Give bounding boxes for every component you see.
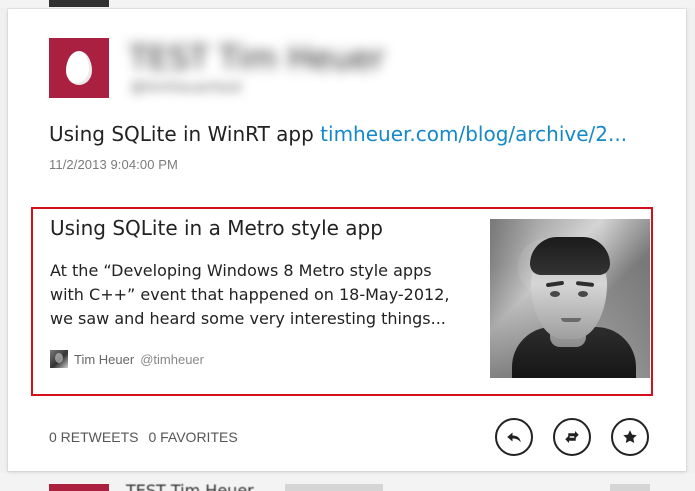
photo-right-eye — [578, 291, 588, 297]
tweet-timestamp: 11/2/2013 9:04:00 PM — [49, 157, 178, 172]
tweet-link[interactable]: timheuer.com/blog/archive/2... — [320, 122, 627, 146]
preview-author-name: Tim Heuer — [74, 351, 135, 367]
preview-author-handle: @timheuer — [140, 351, 204, 367]
preview-author-avatar — [50, 350, 68, 368]
preview-title[interactable]: Using SQLite in a Metro style app — [50, 216, 383, 240]
next-tweet-author-fragment: TEST Tim Heuer — [126, 481, 254, 491]
link-preview-card[interactable]: Using SQLite in a Metro style app At the… — [31, 207, 653, 396]
reply-icon — [507, 432, 521, 443]
tweet-text: Using SQLite in WinRT app timheuer.com/b… — [49, 122, 649, 146]
reply-button[interactable] — [495, 418, 533, 456]
photo-left-eye — [550, 291, 560, 297]
preview-photo — [490, 219, 650, 378]
preview-description: At the “Developing Windows 8 Metro style… — [50, 261, 450, 328]
tweet-detail-card: TEST Tim Heuer @timheuertest Using SQLit… — [8, 9, 686, 471]
photo-mouth — [561, 318, 581, 322]
author-name-blurred[interactable]: TEST Tim Heuer — [129, 39, 384, 77]
retweet-button[interactable] — [553, 418, 591, 456]
next-tweet-avatar — [49, 484, 109, 491]
next-tweet-handle-fragment — [285, 484, 383, 491]
star-icon — [623, 430, 637, 443]
favorite-button[interactable] — [611, 418, 649, 456]
author-handle-blurred[interactable]: @timheuertest — [130, 78, 242, 96]
timeline-stage: TEST Tim Heuer TEST Tim Heuer @timheuert… — [0, 0, 695, 491]
retweet-count: 0 RETWEETS — [49, 429, 139, 445]
egg-avatar-icon — [66, 51, 92, 85]
photo-hair — [530, 237, 610, 275]
tweet-stats: 0 RETWEETS 0 FAVORITES — [49, 429, 238, 445]
tweet-actions — [495, 418, 649, 456]
next-tweet-time-fragment — [610, 484, 650, 491]
retweet-icon — [565, 431, 579, 443]
favorite-count: 0 FAVORITES — [148, 429, 238, 445]
preview-author[interactable]: Tim Heuer @timheuer — [50, 349, 204, 369]
author-avatar[interactable] — [49, 38, 109, 98]
previous-tweet-avatar — [49, 0, 109, 7]
tweet-text-prefix: Using SQLite in WinRT app — [49, 122, 314, 146]
